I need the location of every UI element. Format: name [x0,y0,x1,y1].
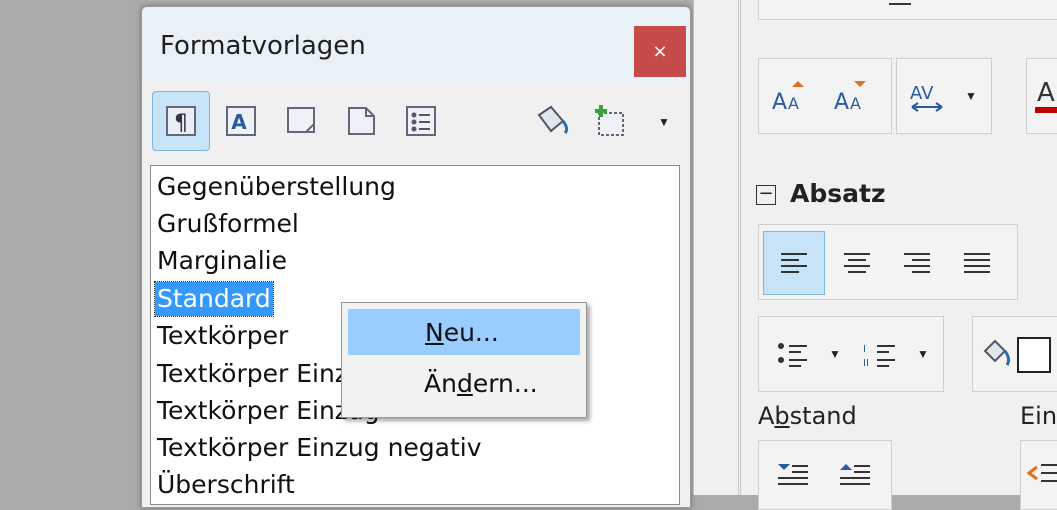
grow-font-icon: AA [772,81,804,115]
list-item[interactable]: Marginalie [157,244,287,278]
edit-mnemonic: d [456,369,473,398]
styles-window: Formatvorlagen × ¶ A ▼ Gegenüberstellung… [141,6,691,508]
character-spacing-button[interactable]: AV [903,73,953,121]
decrease-paragraph-spacing-icon [840,464,870,485]
frame-styles-button[interactable] [272,91,330,151]
new-mnemonic: N [425,318,444,347]
new-label: eu... [443,318,499,347]
strikethrough-icon[interactable] [959,0,1009,6]
context-menu: Neu... Ändern... [341,302,587,418]
indent-label: Ein [1020,402,1057,430]
chevron-down-icon[interactable]: ▼ [965,89,977,103]
chevron-down-icon[interactable]: ▼ [829,347,841,361]
align-center-icon [844,253,870,273]
page-styles-icon [348,107,375,135]
menu-item-new[interactable]: Neu... [348,309,580,355]
indent-icon[interactable] [1025,461,1057,491]
spacing-label: Abstand [758,402,857,430]
chevron-down-icon[interactable]: ▼ [917,347,929,361]
grow-font-button[interactable]: AA [767,73,817,121]
new-style-from-selection-button[interactable] [582,91,640,151]
decrease-spacing-button[interactable] [829,455,879,499]
font-size-group: AA AA [758,58,892,134]
shrink-font-icon: AA [834,81,866,115]
character-spacing-icon: AV [910,83,943,112]
svg-text:II: II [863,358,869,369]
alignment-group [758,224,1018,300]
font-color-icon[interactable]: A [1035,73,1057,117]
window-title: Formatvorlagen [160,31,366,61]
numbered-list-icon: III [863,344,895,369]
spacing-group [758,440,892,510]
list-item-selected[interactable]: Standard [154,281,274,317]
close-button[interactable]: × [634,26,686,77]
section-title-paragraph: Absatz [790,179,886,208]
svg-text:¶: ¶ [174,111,188,136]
sidebar-divider [738,0,739,495]
align-right-icon [904,253,930,273]
properties-sidebar: F K U AA AA AV ▼ A − Absatz [693,0,1057,510]
sidebar-divider [740,0,741,495]
align-center-button[interactable] [827,231,887,295]
font-style-toolbar: F K U [758,0,1057,20]
numbering-button[interactable]: I II [853,331,909,379]
justify-button[interactable] [947,231,1007,295]
edit-label-prefix: Än [424,369,457,398]
list-item[interactable]: Textkörper Einzug negativ [157,431,482,465]
bold-icon[interactable]: F [775,0,805,4]
list-styles-button[interactable] [392,91,450,151]
svg-text:A: A [788,94,799,113]
paragraph-styles-icon: ¶ [166,106,196,136]
italic-icon[interactable]: K [829,0,859,4]
underline-icon[interactable]: U [883,0,923,14]
svg-text:A: A [1037,78,1055,108]
svg-text:A: A [772,90,787,115]
chevron-down-icon[interactable]: ▼ [658,115,670,129]
character-styles-button[interactable]: A [212,91,270,151]
svg-text:A: A [231,110,247,134]
edit-label-suffix: ern... [472,369,538,398]
menu-item-edit[interactable]: Ändern... [348,361,580,407]
align-left-button[interactable] [763,231,825,295]
indent-group [1020,440,1057,510]
svg-text:K: K [833,0,855,4]
character-styles-icon: A [226,106,256,136]
justify-icon [964,253,990,273]
paragraph-background-group [972,316,1057,392]
paragraph-styles-button[interactable]: ¶ [152,91,210,151]
list-format-group: ▼ I II ▼ [758,316,944,392]
frame-styles-icon [287,107,315,133]
svg-text:A: A [834,90,849,115]
list-item[interactable]: Textkörper [157,319,288,353]
bullet-list-icon [778,343,807,367]
align-left-icon [781,253,807,273]
svg-text:F: F [779,0,797,4]
fill-format-mode-button[interactable] [522,91,580,151]
list-styles-icon [406,106,436,136]
bullets-button[interactable] [765,331,821,379]
list-item[interactable]: Gegenüberstellung [157,170,396,204]
background-color-swatch[interactable] [1017,337,1051,373]
increase-spacing-button[interactable] [767,455,817,499]
svg-text:A: A [850,94,861,113]
collapse-paragraph-icon[interactable]: − [756,180,776,205]
font-color-group: A [1026,58,1057,134]
svg-text:I: I [863,344,866,355]
title-bar[interactable]: Formatvorlagen × [142,7,690,83]
new-style-icon [595,105,624,136]
background-fill-icon[interactable] [981,337,1011,371]
svg-text:AV: AV [910,83,934,104]
align-right-button[interactable] [887,231,947,295]
paint-bucket-icon [537,105,569,135]
list-item[interactable]: Überschrift [157,468,295,502]
page-styles-button[interactable] [332,91,390,151]
list-item[interactable]: Grußformel [157,207,299,241]
character-spacing-group: AV ▼ [896,58,992,134]
increase-paragraph-spacing-icon [778,464,808,485]
shrink-font-button[interactable]: AA [829,73,879,121]
